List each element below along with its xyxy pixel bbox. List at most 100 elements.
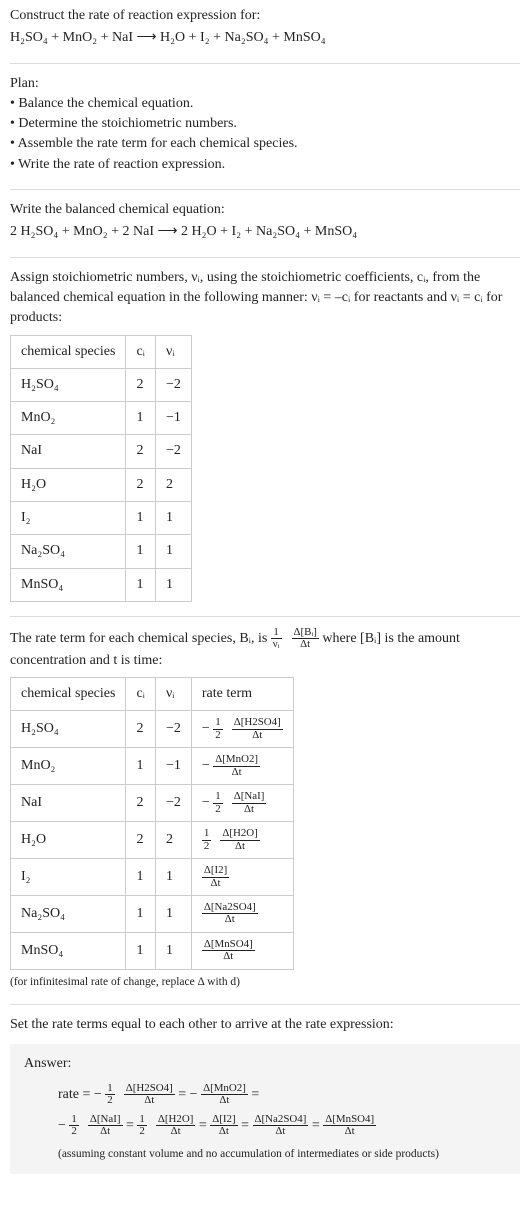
equals: = — [126, 1118, 137, 1133]
dbi-frac: Δ[Bᵢ] Δt — [292, 627, 319, 651]
col-species: chemical species — [11, 678, 126, 711]
frac-num: Δ[MnSO4] — [323, 1114, 376, 1125]
cell-ci: 1 — [126, 535, 156, 568]
rate-sign: − — [202, 759, 210, 774]
plan-heading: Plan: — [10, 74, 520, 94]
cell-rate: Δ[Na2SO4]Δt — [191, 895, 293, 932]
cell-ci: 1 — [126, 568, 156, 601]
plan-item: • Balance the chemical equation. — [10, 94, 520, 114]
rate-frac: Δ[H2O]Δt — [220, 828, 259, 852]
cell-vi: 1 — [155, 502, 191, 535]
cell-vi: −2 — [155, 435, 191, 468]
term-coef: 12 — [105, 1083, 114, 1107]
cell-vi: −1 — [155, 402, 191, 435]
plan-item: • Assemble the rate term for each chemic… — [10, 134, 520, 154]
cell-vi: 1 — [155, 568, 191, 601]
term-frac: Δ[MnSO4]Δt — [323, 1114, 376, 1138]
cell-vi: −2 — [155, 368, 191, 401]
cell-ci: 2 — [126, 822, 156, 859]
cell-ci: 1 — [126, 932, 156, 969]
construct-line: Construct the rate of reaction expressio… — [10, 6, 520, 26]
frac-num: Δ[I2] — [210, 1114, 237, 1125]
col-species: chemical species — [11, 335, 126, 368]
frac-den: Δt — [210, 1125, 237, 1137]
answer-note: (assuming constant volume and no accumul… — [24, 1146, 506, 1163]
col-rate: rate term — [191, 678, 293, 711]
term-frac: Δ[NaI]Δt — [88, 1114, 123, 1138]
frac-den: Δt — [88, 1125, 123, 1137]
cell-species: I₂ — [11, 502, 126, 535]
term-coef: 12 — [137, 1114, 146, 1138]
frac-num: Δ[MnO2] — [213, 754, 260, 765]
col-ci: cᵢ — [126, 678, 156, 711]
equals: = — [312, 1118, 323, 1133]
col-ci: cᵢ — [126, 335, 156, 368]
frac-den: Δt — [232, 803, 267, 815]
frac-den: Δt — [220, 840, 259, 852]
table-row: H₂SO₄ 2 −2 − 12 Δ[H2SO4]Δt — [11, 711, 294, 748]
cell-rate: − Δ[MnO2]Δt — [191, 748, 293, 785]
frac-num: Δ[I2] — [202, 865, 229, 876]
rate-table-note: (for infinitesimal rate of change, repla… — [10, 974, 520, 991]
cell-species: H₂SO₄ — [11, 368, 126, 401]
cell-species: NaI — [11, 435, 126, 468]
table-row: Na₂SO₄ 1 1 Δ[Na2SO4]Δt — [11, 895, 294, 932]
term-frac: Δ[H2O]Δt — [156, 1114, 195, 1138]
frac-den: Δt — [202, 877, 229, 889]
cell-ci: 1 — [126, 895, 156, 932]
term-frac: Δ[Na2SO4]Δt — [253, 1114, 309, 1138]
stoich-table: chemical species cᵢ νᵢ H₂SO₄2−2 MnO₂1−1 … — [10, 335, 192, 602]
rate-label: rate = — [58, 1087, 94, 1102]
rate-frac: Δ[I2]Δt — [202, 865, 229, 889]
cell-species: Na₂SO₄ — [11, 535, 126, 568]
table-row: NaI2−2 — [11, 435, 192, 468]
frac-num: 1 — [271, 627, 282, 638]
table-row: MnSO₄ 1 1 Δ[MnSO4]Δt — [11, 932, 294, 969]
frac-num: Δ[Na2SO4] — [202, 902, 258, 913]
cell-vi: −2 — [155, 711, 191, 748]
cell-ci: 1 — [126, 502, 156, 535]
rateterm-intro: The rate term for each chemical species,… — [10, 627, 520, 671]
cell-vi: 1 — [155, 895, 191, 932]
frac-num: Δ[Na2SO4] — [253, 1114, 309, 1125]
equals: = — [199, 1118, 210, 1133]
frac-den: 2 — [213, 803, 222, 815]
term-sign: − — [58, 1118, 66, 1133]
term-frac: Δ[H2SO4]Δt — [124, 1083, 175, 1107]
unbalanced-reaction: H₂SO₄ + MnO₂ + NaI ⟶ H₂O + I₂ + Na₂SO₄ +… — [10, 28, 520, 48]
answer-title: Answer: — [24, 1054, 506, 1074]
frac-den: νᵢ — [271, 638, 282, 650]
cell-rate: Δ[I2]Δt — [191, 859, 293, 896]
cell-species: NaI — [11, 785, 126, 822]
cell-species: MnO₂ — [11, 748, 126, 785]
rate-coef: 12 — [202, 828, 211, 852]
table-row: I₂ 1 1 Δ[I2]Δt — [11, 859, 294, 896]
cell-ci: 1 — [126, 402, 156, 435]
cell-vi: 2 — [155, 468, 191, 501]
frac-num: Δ[NaI] — [232, 791, 267, 802]
equals: = — [178, 1087, 189, 1102]
table-row: H₂SO₄2−2 — [11, 368, 192, 401]
frac-num: 1 — [69, 1114, 78, 1125]
table-row: H₂O 2 2 12 Δ[H2O]Δt — [11, 822, 294, 859]
cell-rate: − 12 Δ[NaI]Δt — [191, 785, 293, 822]
frac-num: Δ[H2O] — [156, 1114, 195, 1125]
plan-item: • Determine the stoichiometric numbers. — [10, 114, 520, 134]
rate-sign: − — [202, 722, 210, 737]
cell-ci: 2 — [126, 368, 156, 401]
frac-den: Δt — [124, 1094, 175, 1106]
cell-vi: 1 — [155, 932, 191, 969]
cell-vi: 1 — [155, 859, 191, 896]
frac-num: Δ[H2SO4] — [232, 717, 283, 728]
cell-species: H₂SO₄ — [11, 711, 126, 748]
assign-text: Assign stoichiometric numbers, νᵢ, using… — [10, 268, 520, 329]
answer-expression: rate = − 12 Δ[H2SO4]Δt = − Δ[MnO2]Δt = −… — [24, 1080, 506, 1142]
frac-den: Δt — [213, 766, 260, 778]
cell-ci: 2 — [126, 711, 156, 748]
frac-num: Δ[MnO2] — [201, 1083, 248, 1094]
rate-frac: Δ[Na2SO4]Δt — [202, 902, 258, 926]
inv-vi-frac: 1 νᵢ — [271, 627, 282, 651]
cell-ci: 1 — [126, 748, 156, 785]
table-row: H₂O22 — [11, 468, 192, 501]
frac-den: Δt — [323, 1125, 376, 1137]
